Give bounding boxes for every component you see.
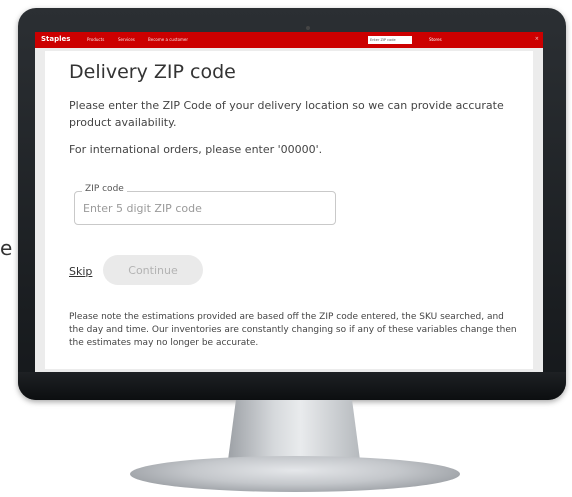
- monitor-stand-base: [130, 456, 460, 492]
- nav-item-become-customer[interactable]: Become a customer: [148, 37, 188, 42]
- monitor-chin: [18, 372, 566, 400]
- site-header: Staples Products Services Become a custo…: [35, 32, 543, 48]
- nav-item-services[interactable]: Services: [118, 37, 135, 42]
- international-instructions: For international orders, please enter '…: [69, 143, 323, 156]
- estimation-disclaimer: Please note the estimations provided are…: [69, 312, 517, 348]
- header-zip-box[interactable]: Enter ZIP code: [368, 36, 412, 44]
- monitor-stand-neck: [228, 400, 360, 460]
- delivery-zip-modal: Delivery ZIP code Please enter the ZIP C…: [45, 51, 533, 369]
- modal-title: Delivery ZIP code: [69, 61, 236, 83]
- staples-logo[interactable]: Staples: [41, 35, 70, 43]
- zip-code-label: ZIP code: [82, 184, 127, 194]
- nav-item-stores[interactable]: Stores: [429, 37, 442, 42]
- modal-description: Please enter the ZIP Code of your delive…: [69, 99, 504, 129]
- zip-code-input[interactable]: [83, 198, 323, 218]
- skip-link[interactable]: Skip: [69, 265, 92, 278]
- nav-item-products[interactable]: Products: [87, 37, 104, 42]
- monitor-screen: Staples Products Services Become a custo…: [35, 32, 543, 372]
- continue-button[interactable]: Continue: [103, 255, 203, 285]
- webcam-dot: [306, 26, 310, 30]
- cropped-text-glyph: e: [0, 236, 13, 260]
- zip-code-field[interactable]: ZIP code: [74, 184, 336, 225]
- header-close-icon[interactable]: ×: [535, 36, 539, 42]
